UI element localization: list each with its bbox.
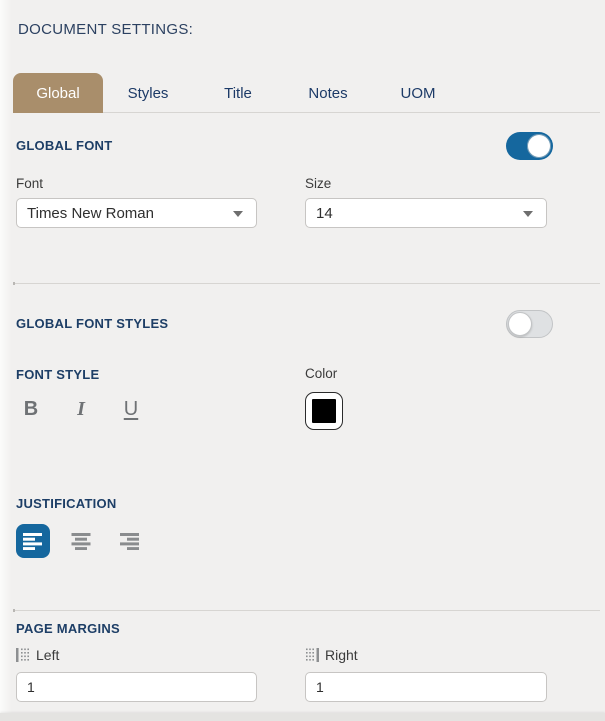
- bold-button[interactable]: B: [16, 393, 46, 425]
- tab-global[interactable]: Global: [13, 73, 103, 113]
- align-left-icon: [23, 533, 43, 550]
- tab-notes[interactable]: Notes: [283, 73, 373, 113]
- tab-title[interactable]: Title: [193, 73, 283, 113]
- margin-left-label: Left: [36, 647, 59, 663]
- align-center-icon: [71, 533, 91, 550]
- font-label: Font: [16, 176, 43, 191]
- font-select-value: Times New Roman: [27, 205, 154, 222]
- italic-button[interactable]: I: [66, 393, 96, 425]
- color-swatch-button[interactable]: [305, 392, 343, 430]
- section-divider: [13, 283, 600, 284]
- chevron-down-icon: [523, 211, 533, 217]
- chevron-down-icon: [233, 211, 243, 217]
- document-settings-panel: DOCUMENT SETTINGS: Global Styles Title N…: [0, 0, 605, 721]
- margin-right-input[interactable]: [305, 672, 547, 702]
- panel-left-edge: [0, 0, 12, 721]
- margin-right-label-row: Right: [305, 647, 358, 663]
- global-font-heading: GLOBAL FONT: [16, 138, 112, 153]
- toggle-knob: [508, 312, 532, 336]
- tab-uom[interactable]: UOM: [373, 73, 463, 113]
- align-left-button[interactable]: [16, 524, 50, 558]
- panel-bottom-edge: [0, 713, 605, 721]
- tab-styles[interactable]: Styles: [103, 73, 193, 113]
- font-style-heading: FONT STYLE: [16, 367, 99, 382]
- global-font-styles-heading: GLOBAL FONT STYLES: [16, 316, 168, 331]
- align-center-button[interactable]: [64, 524, 98, 558]
- margin-right-icon: [305, 648, 319, 662]
- size-label: Size: [305, 176, 331, 191]
- size-select[interactable]: 14: [305, 198, 547, 228]
- margin-left-input[interactable]: [16, 672, 257, 702]
- page-margins-heading: PAGE MARGINS: [16, 621, 120, 636]
- page-title: DOCUMENT SETTINGS:: [18, 21, 193, 38]
- color-swatch-value: [312, 399, 336, 423]
- toggle-knob: [527, 134, 551, 158]
- margin-right-label: Right: [325, 647, 358, 663]
- font-select[interactable]: Times New Roman: [16, 198, 257, 228]
- margin-left-icon: [16, 648, 30, 662]
- justification-buttons: [16, 524, 146, 558]
- global-font-toggle[interactable]: [506, 132, 553, 160]
- section-divider: [13, 610, 600, 611]
- font-style-buttons: B I U: [16, 393, 166, 425]
- underline-button[interactable]: U: [116, 393, 146, 425]
- size-select-value: 14: [316, 205, 333, 222]
- settings-tabs: Global Styles Title Notes UOM: [13, 73, 600, 113]
- justification-heading: JUSTIFICATION: [16, 496, 117, 511]
- color-label: Color: [305, 366, 337, 381]
- align-right-icon: [119, 533, 139, 550]
- align-right-button[interactable]: [112, 524, 146, 558]
- margin-left-label-row: Left: [16, 647, 59, 663]
- global-font-styles-toggle[interactable]: [506, 310, 553, 338]
